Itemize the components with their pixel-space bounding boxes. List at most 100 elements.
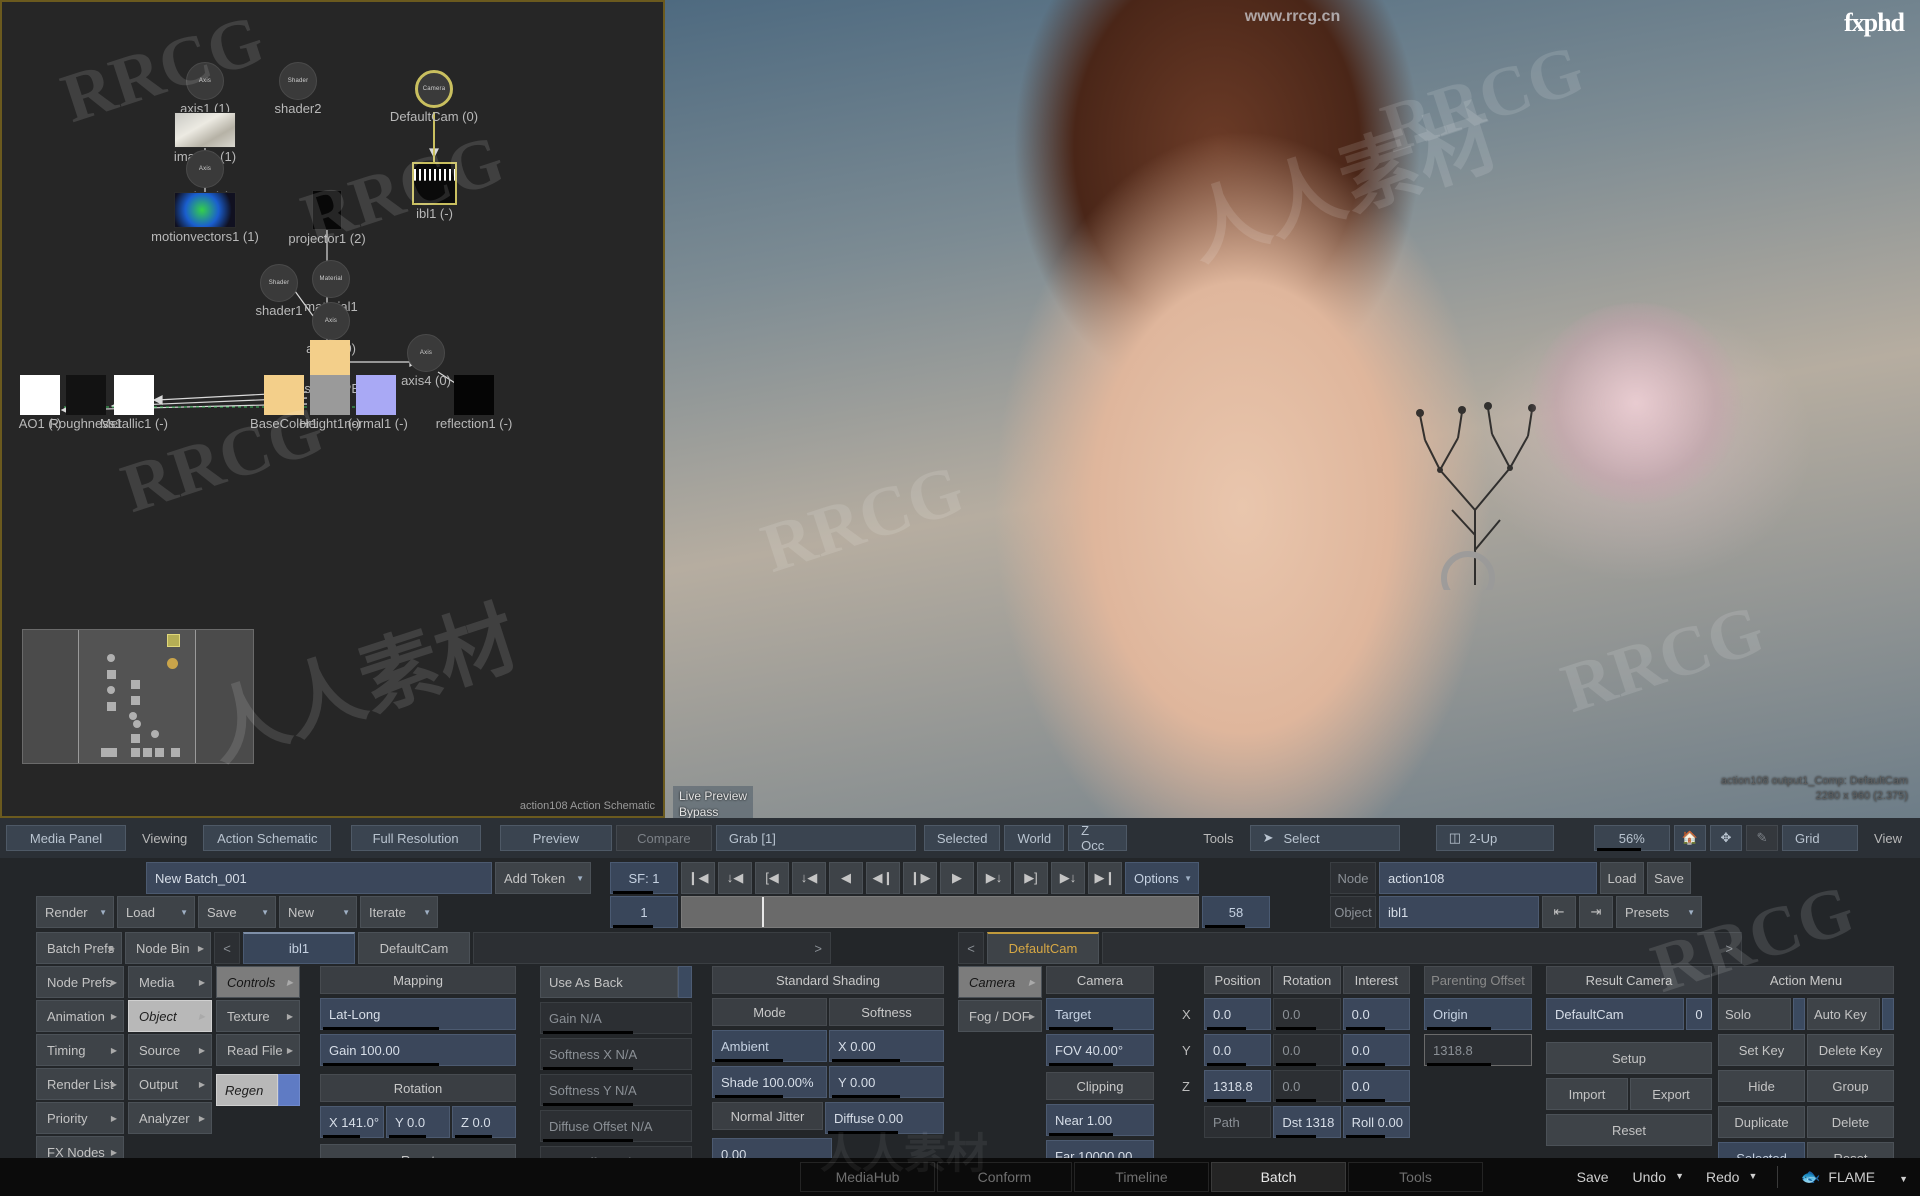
schematic-node-motionvectors[interactable]: motionvectors1 (1) — [151, 192, 259, 244]
camera-tab-next-arrow[interactable]: > — [1102, 932, 1742, 964]
range-end-field[interactable]: 58 — [1202, 896, 1270, 928]
nav-camera[interactable]: Camera — [958, 966, 1042, 998]
nav-texture[interactable]: Texture — [216, 1000, 300, 1032]
status-save-button[interactable]: Save — [1565, 1169, 1621, 1185]
tab-ibl1[interactable]: ibl1 — [243, 932, 355, 964]
presets-dropdown[interactable]: Presets — [1616, 896, 1702, 928]
parenting-origin-button[interactable]: Origin — [1424, 998, 1532, 1030]
mapping-gain[interactable]: Gain 100.00 — [320, 1034, 516, 1066]
transport-next-keyframe[interactable]: ▶↓ — [1051, 862, 1085, 894]
status-tab-batch[interactable]: Batch — [1211, 1162, 1346, 1192]
tab-defaultcam[interactable]: DefaultCam — [358, 932, 470, 964]
batch-prefs-menu[interactable]: Batch Prefs — [36, 932, 122, 964]
nav-node-prefs[interactable]: Node Prefs — [36, 966, 124, 998]
nav-controls[interactable]: Controls — [216, 966, 300, 998]
schematic-node[interactable]: Axis axis1 (1) — [180, 62, 230, 116]
object-next-button[interactable]: ⇥ — [1579, 896, 1613, 928]
use-as-back-toggle[interactable] — [678, 966, 692, 998]
softness-x-field[interactable]: X 0.00 — [829, 1030, 944, 1062]
range-start-field[interactable]: 1 — [610, 896, 678, 928]
status-tab-mediahub[interactable]: MediaHub — [800, 1162, 935, 1192]
interest-x-field[interactable]: 0.0 — [1342, 998, 1410, 1030]
solo-toggle[interactable] — [1793, 998, 1805, 1030]
use-as-back-button[interactable]: Use As Back — [540, 966, 678, 998]
transport-next-marker[interactable]: ▶] — [1014, 862, 1048, 894]
transport-play-back[interactable]: ◀ — [829, 862, 863, 894]
compare-button[interactable]: Compare — [615, 825, 712, 851]
status-undo-dropdown[interactable]: Undo ▼ — [1621, 1169, 1694, 1185]
schematic-node-image[interactable]: image1 (1) — [174, 112, 236, 164]
camera-target-button[interactable]: Target — [1046, 998, 1154, 1030]
schematic-node-ibl[interactable]: ibl1 (-) — [412, 162, 457, 221]
delete-key-button[interactable]: Delete Key — [1807, 1034, 1894, 1066]
mapping-latlong[interactable]: Lat-Long — [320, 998, 516, 1030]
shading-ambient-button[interactable]: Ambient — [712, 1030, 827, 1062]
schematic-node-map[interactable]: reflection1 (-) — [436, 375, 512, 431]
delete-button[interactable]: Delete — [1807, 1106, 1894, 1138]
status-redo-dropdown[interactable]: Redo ▼ — [1694, 1169, 1767, 1185]
world-toggle[interactable]: World — [1004, 825, 1065, 851]
nav-media[interactable]: Media — [128, 966, 212, 998]
rotation-y-value[interactable]: 0.0 — [1273, 1034, 1341, 1066]
viewer-panel[interactable]: www.rrcg.cn fxphd Live Preview Bypass ac… — [665, 0, 1920, 818]
schematic-node-map[interactable]: Height1 (-) — [299, 375, 361, 431]
nav-output[interactable]: Output — [128, 1068, 212, 1100]
object-name-input[interactable]: ibl1 — [1379, 896, 1539, 928]
transport-goto-start[interactable]: ❙◀ — [681, 862, 715, 894]
duplicate-button[interactable]: Duplicate — [1718, 1106, 1805, 1138]
transport-play[interactable]: ▶ — [940, 862, 974, 894]
back-softness-y-field[interactable]: Softness Y N/A — [540, 1074, 692, 1106]
result-camera-index[interactable]: 0 — [1686, 998, 1712, 1030]
media-panel-dropdown[interactable]: Media Panel — [6, 825, 126, 851]
transport-options-dropdown[interactable]: Options — [1125, 862, 1199, 894]
render-dropdown[interactable]: Render — [36, 896, 114, 928]
transport-prev-edit[interactable]: ↓◀ — [792, 862, 826, 894]
regen-toggle[interactable] — [278, 1074, 300, 1106]
import-button[interactable]: Import — [1546, 1078, 1628, 1110]
transport-step-back[interactable]: ◀❙ — [866, 862, 900, 894]
home-icon[interactable]: 🏠 — [1673, 825, 1706, 851]
auto-key-toggle[interactable] — [1882, 998, 1894, 1030]
camera-tab-prev-arrow[interactable]: < — [958, 932, 984, 964]
schematic-node-map[interactable]: AO1 (-) — [19, 375, 61, 431]
nav-animation[interactable]: Animation — [36, 1000, 124, 1032]
result-camera-value[interactable]: DefaultCam — [1546, 998, 1684, 1030]
export-button[interactable]: Export — [1630, 1078, 1712, 1110]
roll-field[interactable]: Roll 0.00 — [1342, 1106, 1410, 1138]
back-softness-x-field[interactable]: Softness X N/A — [540, 1038, 692, 1070]
schematic-node-camera[interactable]: Camera DefaultCam (0) — [390, 70, 478, 124]
diffuse-field[interactable]: Diffuse 0.00 — [825, 1102, 944, 1134]
regen-button[interactable]: Regen — [216, 1074, 278, 1106]
view-menu[interactable]: View — [1862, 825, 1914, 851]
auto-key-button[interactable]: Auto Key — [1807, 998, 1880, 1030]
nav-timing[interactable]: Timing — [36, 1034, 124, 1066]
position-x-field[interactable]: 0.0 — [1204, 998, 1272, 1030]
status-tab-tools[interactable]: Tools — [1348, 1162, 1483, 1192]
playhead[interactable] — [762, 897, 764, 927]
nav-object[interactable]: Object — [128, 1000, 212, 1032]
batch-name-input[interactable]: New Batch_001 — [146, 862, 492, 894]
interest-z-field[interactable]: 0.0 — [1342, 1070, 1410, 1102]
start-frame-field[interactable]: SF: 1 — [610, 862, 678, 894]
schematic-node[interactable]: Axis axis5 (0) — [306, 302, 356, 356]
grab-button[interactable]: Grab [1] — [715, 825, 916, 851]
transport-step-forward[interactable]: ❙▶ — [903, 862, 937, 894]
solo-button[interactable]: Solo — [1718, 998, 1791, 1030]
schematic-minimap[interactable] — [22, 629, 254, 764]
schematic-node-map[interactable]: normal1 (-) — [344, 375, 408, 431]
schematic-node-map[interactable]: BaseColor1 — [250, 375, 318, 431]
object-prev-button[interactable]: ⇤ — [1542, 896, 1576, 928]
rotation-y-field[interactable]: Y 0.0 — [386, 1106, 450, 1138]
schematic-node-projector[interactable]: projector1 (2) — [288, 190, 366, 246]
rotation-x-value[interactable]: 0.0 — [1273, 998, 1341, 1030]
app-menu-chevron[interactable]: ▼ — [1887, 1169, 1920, 1185]
save-dropdown[interactable]: Save — [198, 896, 276, 928]
hide-button[interactable]: Hide — [1718, 1070, 1805, 1102]
nav-analyzer[interactable]: Analyzer — [128, 1102, 212, 1134]
rotation-z-value[interactable]: 0.0 — [1273, 1070, 1341, 1102]
node-bin-menu[interactable]: Node Bin — [125, 932, 211, 964]
parenting-value-field[interactable]: 1318.8 — [1424, 1034, 1532, 1066]
rotation-z-field[interactable]: Z 0.0 — [452, 1106, 516, 1138]
transport-next-edit[interactable]: ▶↓ — [977, 862, 1011, 894]
z-occ-toggle[interactable]: Z Occ — [1068, 823, 1127, 853]
